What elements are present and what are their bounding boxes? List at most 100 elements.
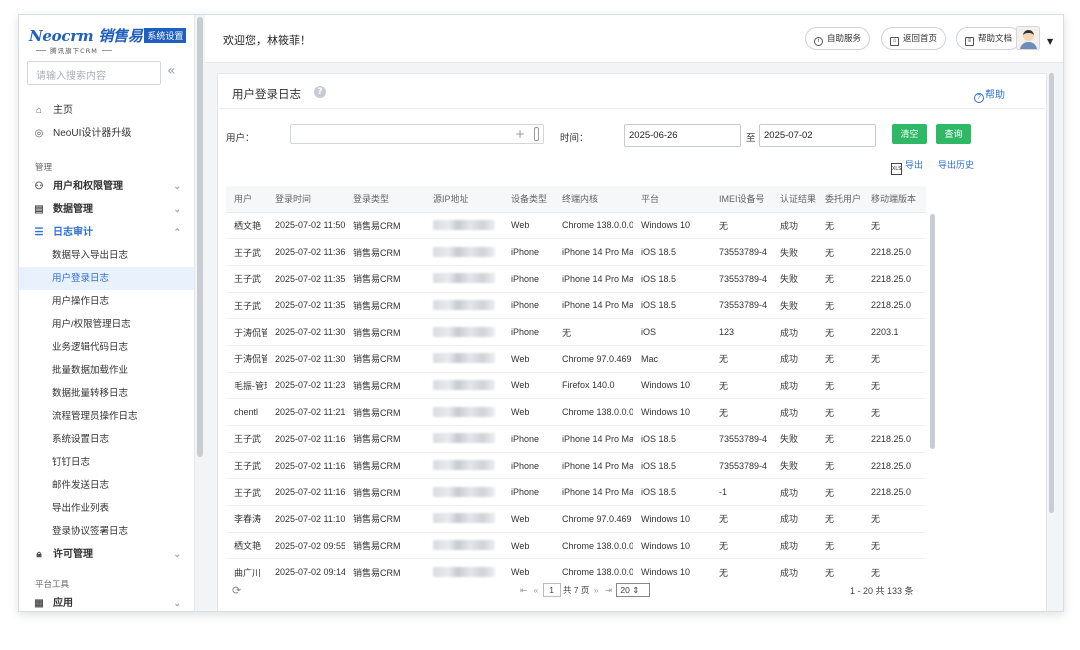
cell-ip-masked [425, 558, 503, 579]
sidebar-subitem[interactable]: 钉钉日志 [19, 451, 194, 474]
brand-logo[interactable]: Neocrm 销售易 系统设置 腾讯旗下CRM [29, 25, 189, 61]
table-row[interactable]: 王子武 2025-07-02 11:16 销售易CRM iPhone iPhone 14… [226, 478, 926, 507]
plus-icon[interactable]: + [515, 127, 525, 141]
table-row[interactable]: 栖文艳 2025-07-02 11:50 销售易CRM Web Chrome 138.0… [226, 212, 926, 240]
sidebar-subitem[interactable]: 批量数据加载作业 [19, 359, 194, 382]
table-cell: 销售易CRM [345, 505, 425, 533]
sidebar-item-home[interactable]: ⌂ 主页 [19, 99, 194, 122]
back-home-button[interactable]: ⌂ 返回首页 [881, 27, 947, 50]
column-header[interactable]: 设备类型 [503, 186, 554, 213]
sidebar-subitem[interactable]: 登录协议签署日志 [19, 520, 194, 543]
column-header[interactable]: 终端内核 [554, 186, 633, 213]
column-header[interactable]: 用户 [226, 186, 267, 213]
home-icon: ⌂ [35, 105, 43, 116]
sidebar-subitem[interactable]: 用户/权限管理日志 [19, 313, 194, 336]
table-row[interactable]: 王子武 2025-07-02 11:35 销售易CRM iPhone iPhone 14… [226, 265, 926, 293]
clear-button[interactable]: 清空 [892, 124, 927, 144]
table-cell: 无 [817, 372, 863, 400]
first-page-icon[interactable]: ⇤ [520, 585, 527, 596]
next-page-icon[interactable]: » [594, 585, 599, 595]
refresh-icon[interactable]: ⟳ [232, 584, 241, 597]
table-cell: 销售易CRM [345, 372, 425, 400]
table-row[interactable]: 曲广川 2025-07-02 09:14 销售易CRM Web Chrome 138.0… [226, 558, 926, 579]
sidebar-item-user-perm[interactable]: ⚇ 用户和权限管理 ⌄ [19, 175, 194, 198]
export-link[interactable]: XLS 导出 [891, 158, 923, 175]
help-link[interactable]: ? 帮助 [974, 86, 1005, 103]
list-icon[interactable] [534, 127, 539, 141]
column-header[interactable]: 移动端版本 [863, 186, 926, 213]
column-header[interactable]: 认证结果 [772, 186, 817, 213]
table-cell: iPhone 14 Pro Max [554, 452, 633, 480]
sidebar-subitem[interactable]: 邮件发送日志 [19, 474, 194, 497]
table-row[interactable]: 于涛侃管 2025-07-02 11:30 销售易CRM Web Chrome 97.0… [226, 345, 926, 373]
table-row[interactable]: 栖文艳 2025-07-02 09:55 销售易CRM Web Chrome 138.0… [226, 532, 926, 560]
table-cell: iOS 18.5 [633, 238, 711, 266]
prev-page-icon[interactable]: « [534, 585, 539, 595]
sidebar-item-data-mgmt[interactable]: ▤ 数据管理 ⌄ [19, 198, 194, 221]
table-cell: 无 [711, 398, 772, 426]
last-page-icon[interactable]: ⇥ [605, 585, 612, 596]
sidebar-subitem[interactable]: 数据导入导出日志 [19, 244, 194, 267]
date-to-input[interactable]: 2025-07-02 [759, 124, 876, 147]
table-cell: 失败 [772, 425, 817, 453]
table-row[interactable]: 于涛侃管 2025-07-02 11:30 销售易CRM iPhone 无 iOS 123 成… [226, 318, 926, 346]
sidebar-item-license[interactable]: 🔒︎ 许可管理 ⌄ [19, 543, 194, 566]
table-cell: 无 [863, 505, 926, 533]
help-docs-button[interactable]: ≡ 帮助文档 [956, 27, 1022, 50]
table-cell: Web [503, 505, 554, 533]
user-label: 用户： [226, 133, 255, 144]
table-cell: Web [503, 532, 554, 560]
column-header[interactable]: 登录时间 [267, 186, 345, 213]
chevron-down-icon: ⌄ [173, 181, 181, 191]
column-header[interactable]: 委托用户 [817, 186, 863, 213]
self-service-button[interactable]: i 自助服务 [805, 27, 871, 50]
table-cell: iPhone [503, 265, 554, 293]
query-button[interactable]: 查询 [936, 124, 971, 144]
table-row[interactable]: 王子武 2025-07-02 11:36 销售易CRM iPhone iPhone 14… [226, 238, 926, 266]
table-row[interactable]: 王子武 2025-07-02 11:35 销售易CRM iPhone iPhone 14… [226, 292, 926, 320]
date-from-input[interactable]: 2025-06-26 [624, 124, 741, 147]
collapse-icon[interactable]: « [167, 63, 176, 79]
table-cell: iPhone 14 Pro Max [554, 425, 633, 453]
log-icon: ☰ [34, 227, 44, 238]
avatar[interactable] [1016, 26, 1040, 50]
table-cell: Windows 10 [633, 372, 711, 400]
sidebar-subitem-active[interactable]: 用户登录日志 [19, 267, 194, 290]
sidebar-subitem[interactable]: 数据批量转移日志 [19, 382, 194, 405]
user-picker-input[interactable]: + [290, 124, 544, 144]
caret-down-icon[interactable]: ▼ [1047, 37, 1053, 46]
table-cell: 无 [817, 452, 863, 480]
table-row[interactable]: 李春涛 2025-07-02 11:10 销售易CRM Web Chrome 97.0.… [226, 505, 926, 533]
page-size-select[interactable]: 20 ⇕ [616, 583, 651, 597]
column-header[interactable]: IMEI设备号 [711, 186, 772, 213]
sidebar-subitem[interactable]: 业务逻辑代码日志 [19, 336, 194, 359]
sidebar-item-neoui[interactable]: ◎ NeoUI设计器升级 [19, 122, 194, 145]
table-cell: 曲广川 [226, 558, 267, 579]
table-cell: 王子武 [226, 265, 267, 293]
table-row[interactable]: chentl 2025-07-02 11:21 销售易CRM Web Chrome 13… [226, 398, 926, 426]
table-row[interactable]: 毛振-管理2025-07-02 11:23销售易CRM WebFirefox 14… [226, 372, 926, 400]
sidebar-subitem[interactable]: 用户操作日志 [19, 290, 194, 313]
table-row[interactable]: 王子武 2025-07-02 11:16 销售易CRM iPhone iPhone 14… [226, 452, 926, 480]
table-cell: 2025-07-02 11:35 [267, 265, 345, 293]
sidebar-item-log-audit[interactable]: ☰ 日志审计 ⌃ [19, 221, 194, 244]
question-icon[interactable]: ? [314, 86, 326, 98]
page-number-input[interactable]: 1 [542, 583, 561, 597]
sidebar-search-input[interactable]: 请输入搜索内容 [27, 61, 161, 85]
sidebar-subitem[interactable]: 导出作业列表 [19, 497, 194, 520]
table-cell: 成功 [772, 505, 817, 533]
sidebar-item-apps[interactable]: ▦ 应用 ⌄ [19, 592, 194, 611]
sidebar-subitem[interactable]: 流程管理员操作日志 [19, 405, 194, 428]
export-history-link[interactable]: 导出历史 [938, 158, 974, 171]
table-scrollbar[interactable] [930, 214, 935, 449]
table-cell: 无 [863, 558, 926, 579]
table-cell: 2218.25.0 [863, 425, 926, 453]
sidebar-scrollbar[interactable] [197, 17, 203, 457]
page-scrollbar[interactable] [1049, 73, 1054, 513]
column-header[interactable]: 平台 [633, 186, 711, 213]
cell-ip-masked [425, 345, 503, 373]
column-header[interactable]: 源IP地址 [425, 186, 503, 213]
table-row[interactable]: 王子武 2025-07-02 11:16 销售易CRM iPhone iPhone 14… [226, 425, 926, 453]
column-header[interactable]: 登录类型 [345, 186, 425, 213]
sidebar-subitem[interactable]: 系统设置日志 [19, 428, 194, 451]
